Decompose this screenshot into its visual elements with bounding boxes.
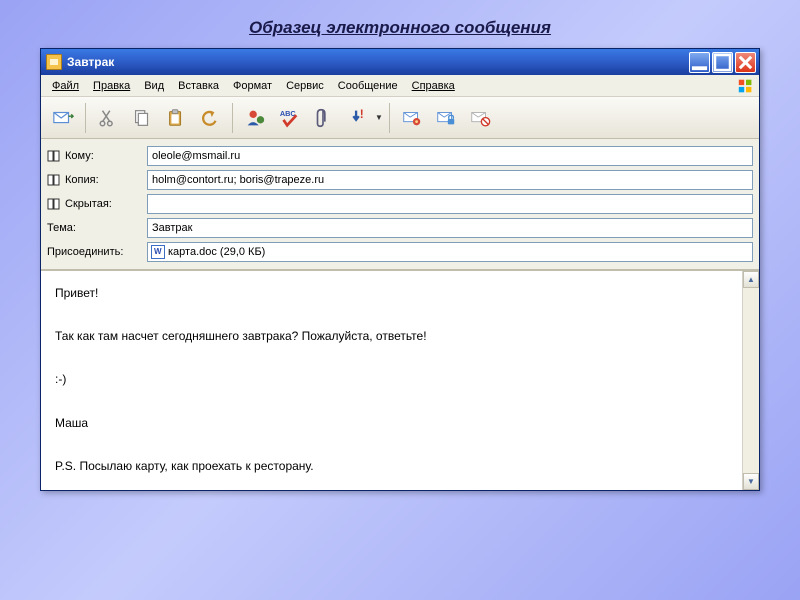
encrypt-button[interactable]: [430, 102, 462, 134]
undo-button[interactable]: [194, 102, 226, 134]
subject-label: Тема:: [47, 222, 147, 234]
maximize-button[interactable]: [712, 52, 733, 73]
window-controls: [689, 52, 756, 73]
message-body[interactable]: Привет! Так как там насчет сегодняшнего …: [41, 271, 742, 490]
scroll-track[interactable]: [743, 288, 759, 473]
spellcheck-button[interactable]: ABC: [273, 102, 305, 134]
svg-text:!: !: [360, 107, 364, 121]
to-field[interactable]: [147, 146, 753, 166]
word-document-icon: [151, 245, 165, 259]
menubar: Файл Правка Вид Вставка Формат Сервис Со…: [41, 75, 759, 97]
subject-field[interactable]: [147, 218, 753, 238]
attach-label: Присоединить:: [47, 246, 147, 258]
copy-button[interactable]: [126, 102, 158, 134]
header-fields: Кому: Копия: Скрытая: Тема:: [41, 139, 759, 270]
bcc-label[interactable]: Скрытая:: [47, 198, 147, 210]
separator: [85, 103, 86, 133]
cc-field[interactable]: [147, 170, 753, 190]
cut-button[interactable]: [92, 102, 124, 134]
menu-message[interactable]: Сообщение: [331, 78, 405, 94]
windows-logo-icon: [737, 77, 755, 95]
separator: [389, 103, 390, 133]
scroll-down-button[interactable]: ▼: [743, 473, 759, 490]
message-body-area: Привет! Так как там насчет сегодняшнего …: [41, 270, 759, 490]
bcc-field[interactable]: [147, 194, 753, 214]
minimize-button[interactable]: [689, 52, 710, 73]
attachment-field[interactable]: карта.doc (29,0 КБ): [147, 242, 753, 262]
scroll-up-button[interactable]: ▲: [743, 271, 759, 288]
menu-file[interactable]: Файл: [45, 78, 86, 94]
vertical-scrollbar[interactable]: ▲ ▼: [742, 271, 759, 490]
menu-insert[interactable]: Вставка: [171, 78, 226, 94]
address-book-icon: [47, 198, 61, 210]
address-book-icon: [47, 150, 61, 162]
cc-label[interactable]: Копия:: [47, 174, 147, 186]
dropdown-arrow-icon[interactable]: ▼: [375, 113, 383, 122]
window-icon: [46, 54, 62, 70]
menu-tools[interactable]: Сервис: [279, 78, 331, 94]
menu-view[interactable]: Вид: [137, 78, 171, 94]
sign-button[interactable]: [396, 102, 428, 134]
menu-edit[interactable]: Правка: [86, 78, 137, 94]
separator: [232, 103, 233, 133]
send-button[interactable]: [47, 102, 79, 134]
to-label[interactable]: Кому:: [47, 150, 147, 162]
offline-button[interactable]: [464, 102, 496, 134]
page-title: Образец электронного сообщения: [0, 0, 800, 48]
attach-button[interactable]: [307, 102, 339, 134]
menu-help[interactable]: Справка: [405, 78, 462, 94]
window-title: Завтрак: [67, 55, 689, 69]
attachment-name: карта.doc (29,0 КБ): [168, 246, 265, 258]
priority-button[interactable]: !: [341, 102, 373, 134]
address-book-icon: [47, 174, 61, 186]
check-names-button[interactable]: [239, 102, 271, 134]
compose-window: Завтрак Файл Правка Вид Вставка Формат С…: [40, 48, 760, 491]
close-button[interactable]: [735, 52, 756, 73]
paste-button[interactable]: [160, 102, 192, 134]
menu-format[interactable]: Формат: [226, 78, 279, 94]
toolbar: ABC ! ▼: [41, 97, 759, 139]
titlebar: Завтрак: [41, 49, 759, 75]
